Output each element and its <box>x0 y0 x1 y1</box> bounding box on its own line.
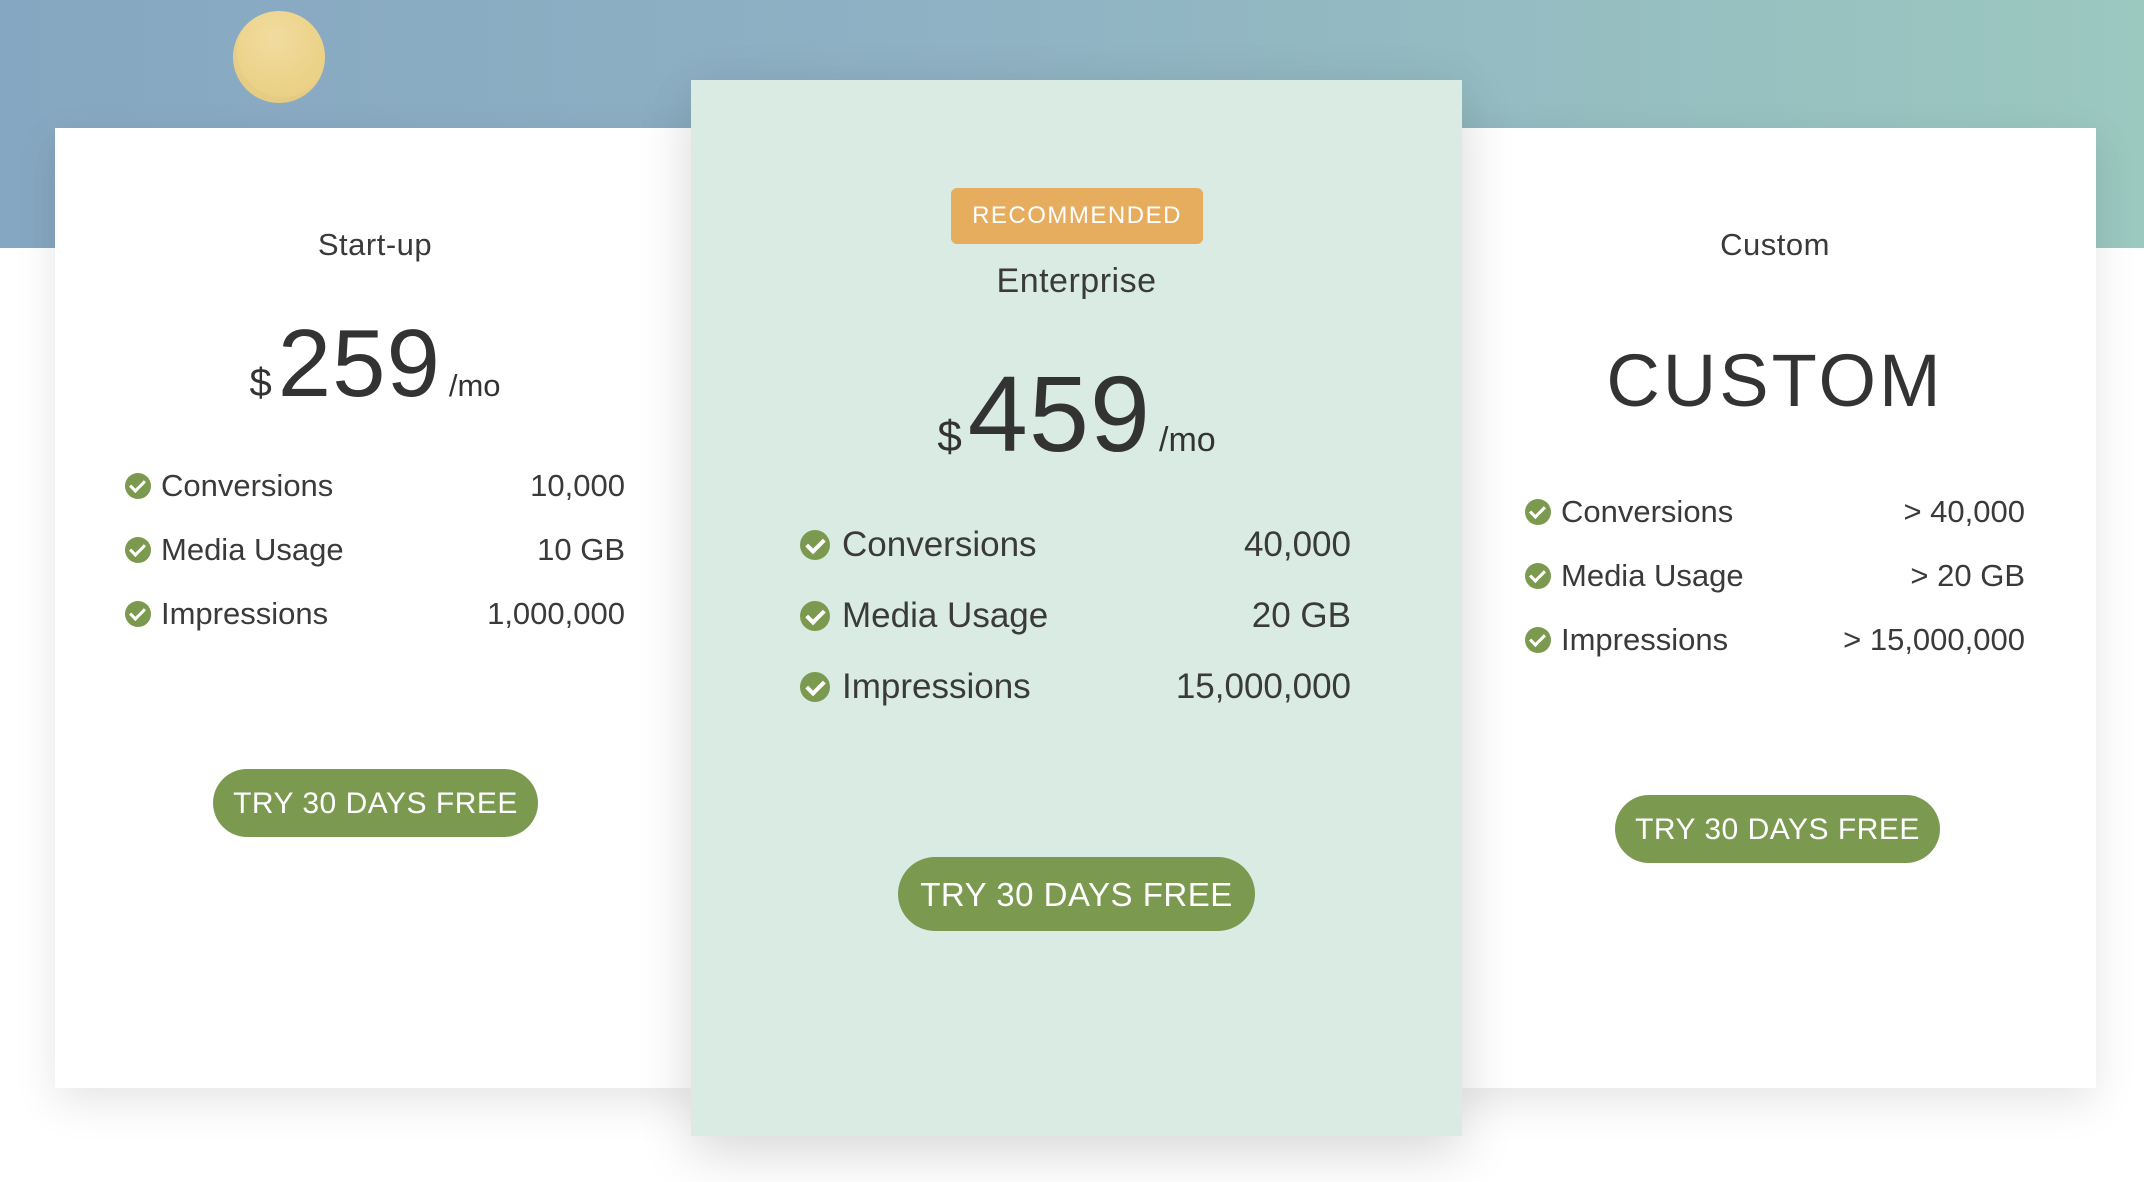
feature-row: Impressions > 15,000,000 <box>1525 608 2025 672</box>
feature-row: Conversions 40,000 <box>800 509 1351 580</box>
feature-row: Media Usage > 20 GB <box>1525 544 2025 608</box>
checkmark-icon <box>800 671 830 702</box>
try-free-button-enterprise[interactable]: TRY 30 DAYS FREE <box>898 857 1255 931</box>
checkmark-icon <box>125 473 151 499</box>
sun-decoration-icon <box>233 11 325 103</box>
plan-name-startup: Start-up <box>317 227 433 262</box>
feature-value: 10 GB <box>537 532 625 567</box>
plan-name-custom: Custom <box>1720 227 1830 262</box>
checkmark-icon <box>125 537 151 563</box>
try-free-button-custom[interactable]: TRY 30 DAYS FREE <box>1615 795 1940 863</box>
feature-list-startup: Conversions 10,000 Media Usage 10 GB Imp… <box>125 454 625 646</box>
feature-label: Media Usage <box>161 532 344 567</box>
price-custom: CUSTOM <box>1606 339 1944 422</box>
pricing-card-enterprise: RECOMMENDED Enterprise $459/mo Conversio… <box>691 80 1462 1136</box>
feature-row: Conversions > 40,000 <box>1525 480 2025 544</box>
checkmark-icon <box>125 601 151 627</box>
feature-label: Media Usage <box>1561 558 1744 593</box>
feature-label: Impressions <box>1561 622 1729 657</box>
feature-list-custom: Conversions > 40,000 Media Usage > 20 GB… <box>1525 480 2025 672</box>
feature-row: Media Usage 20 GB <box>800 580 1351 651</box>
feature-label: Conversions <box>161 468 334 503</box>
feature-row: Impressions 1,000,000 <box>125 582 625 646</box>
feature-value: 1,000,000 <box>487 596 625 631</box>
feature-value: 15,000,000 <box>1175 666 1351 706</box>
price-amount: 459 <box>967 353 1151 474</box>
feature-value: 20 GB <box>1251 595 1351 635</box>
feature-label: Conversions <box>1561 494 1734 529</box>
price-amount: 259 <box>277 310 441 417</box>
recommended-badge: RECOMMENDED <box>951 188 1203 244</box>
feature-list-enterprise: Conversions 40,000 Media Usage 20 GB Imp… <box>800 509 1351 722</box>
price-startup: $259/mo <box>55 316 695 412</box>
price-enterprise: $459/mo <box>691 360 1462 468</box>
price-currency: $ <box>249 361 272 405</box>
feature-label: Impressions <box>161 596 329 631</box>
feature-value: > 20 GB <box>1910 558 2025 593</box>
checkmark-icon <box>1525 563 1551 589</box>
price-period: /mo <box>1159 421 1216 459</box>
feature-label: Conversions <box>842 524 1037 564</box>
feature-value: > 40,000 <box>1903 494 2025 529</box>
feature-row: Impressions 15,000,000 <box>800 651 1351 722</box>
checkmark-icon <box>1525 627 1551 653</box>
checkmark-icon <box>800 529 830 560</box>
pricing-card-startup: Start-up $259/mo Conversions 10,000 Medi… <box>55 128 695 1088</box>
try-free-button-startup[interactable]: TRY 30 DAYS FREE <box>213 769 538 837</box>
checkmark-icon <box>1525 499 1551 525</box>
feature-value: 40,000 <box>1243 524 1351 564</box>
checkmark-icon <box>800 600 830 631</box>
feature-value: > 15,000,000 <box>1843 622 2025 657</box>
feature-row: Conversions 10,000 <box>125 454 625 518</box>
feature-value: 10,000 <box>530 468 625 503</box>
feature-label: Media Usage <box>842 595 1049 635</box>
price-currency: $ <box>937 412 962 461</box>
feature-row: Media Usage 10 GB <box>125 518 625 582</box>
plan-name-enterprise: Enterprise <box>996 262 1157 300</box>
feature-label: Impressions <box>842 666 1031 706</box>
pricing-card-custom: Custom CUSTOM Conversions > 40,000 Media… <box>1454 128 2096 1088</box>
price-period: /mo <box>448 368 501 403</box>
